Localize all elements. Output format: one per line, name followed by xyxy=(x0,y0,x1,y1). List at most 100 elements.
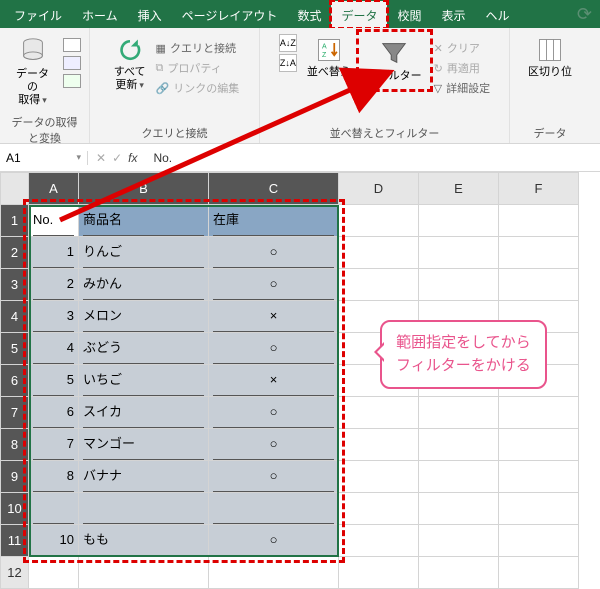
cell-C2[interactable]: ○ xyxy=(209,237,339,269)
cell-A3[interactable]: 2 xyxy=(29,269,79,301)
cell-B8[interactable]: マンゴー xyxy=(79,429,209,461)
cell-F7[interactable] xyxy=(499,397,579,429)
col-header-B[interactable]: B xyxy=(79,173,209,205)
cell-C5[interactable]: ○ xyxy=(209,333,339,365)
cell-A1[interactable]: No. xyxy=(29,205,79,237)
cell-C9[interactable]: ○ xyxy=(209,461,339,493)
row-header-5[interactable]: 5 xyxy=(1,333,29,365)
queries-connections[interactable]: ▦クエリと接続 xyxy=(156,40,240,56)
from-text-icon[interactable] xyxy=(63,38,81,52)
cell-E3[interactable] xyxy=(419,269,499,301)
cell-A6[interactable]: 5 xyxy=(29,365,79,397)
edit-links[interactable]: 🔗リンクの編集 xyxy=(156,80,240,96)
sort-button[interactable]: AZ 並べ替え xyxy=(303,34,355,81)
cell-E8[interactable] xyxy=(419,429,499,461)
row-header-12[interactable]: 12 xyxy=(1,557,29,589)
row-header-7[interactable]: 7 xyxy=(1,397,29,429)
cell-E12[interactable] xyxy=(419,557,499,589)
col-header-D[interactable]: D xyxy=(339,173,419,205)
cell-E9[interactable] xyxy=(419,461,499,493)
cell-F8[interactable] xyxy=(499,429,579,461)
row-header-1[interactable]: 1 xyxy=(1,205,29,237)
col-header-C[interactable]: C xyxy=(209,173,339,205)
cell-A11[interactable]: 10 xyxy=(29,525,79,557)
cell-A7[interactable]: 6 xyxy=(29,397,79,429)
cell-F2[interactable] xyxy=(499,237,579,269)
sort-desc-button[interactable]: Z↓A xyxy=(279,54,297,72)
formula-input[interactable]: No. xyxy=(145,151,600,165)
cell-B4[interactable]: メロン xyxy=(79,301,209,333)
row-header-9[interactable]: 9 xyxy=(1,461,29,493)
cell-F11[interactable] xyxy=(499,525,579,557)
cell-B10[interactable] xyxy=(79,493,209,525)
row-header-6[interactable]: 6 xyxy=(1,365,29,397)
properties[interactable]: ⧉プロパティ xyxy=(156,60,240,76)
cell-E7[interactable] xyxy=(419,397,499,429)
cell-C8[interactable]: ○ xyxy=(209,429,339,461)
cell-D3[interactable] xyxy=(339,269,419,301)
cell-B5[interactable]: ぶどう xyxy=(79,333,209,365)
cell-F9[interactable] xyxy=(499,461,579,493)
fx-icon[interactable]: fx xyxy=(128,151,137,165)
advanced[interactable]: ▽詳細設定 xyxy=(434,80,490,96)
row-header-8[interactable]: 8 xyxy=(1,429,29,461)
tab-view[interactable]: 表示 xyxy=(431,1,475,28)
cell-A12[interactable] xyxy=(29,557,79,589)
row-header-11[interactable]: 11 xyxy=(1,525,29,557)
tab-review[interactable]: 校閲 xyxy=(387,1,431,28)
cell-B12[interactable] xyxy=(79,557,209,589)
row-header-2[interactable]: 2 xyxy=(1,237,29,269)
col-header-E[interactable]: E xyxy=(419,173,499,205)
tab-data[interactable]: データ xyxy=(331,1,387,28)
cell-E2[interactable] xyxy=(419,237,499,269)
cell-B2[interactable]: りんご xyxy=(79,237,209,269)
name-box[interactable]: A1 xyxy=(0,151,88,165)
cell-D9[interactable] xyxy=(339,461,419,493)
tab-formula[interactable]: 数式 xyxy=(287,1,331,28)
clear-filter[interactable]: ✕クリア xyxy=(434,40,490,56)
tab-insert[interactable]: 挿入 xyxy=(128,1,172,28)
cancel-icon[interactable]: ✕ xyxy=(96,151,106,165)
cell-D8[interactable] xyxy=(339,429,419,461)
cell-A8[interactable]: 7 xyxy=(29,429,79,461)
cell-D12[interactable] xyxy=(339,557,419,589)
cell-C7[interactable]: ○ xyxy=(209,397,339,429)
refresh-all-button[interactable]: すべて 更新 xyxy=(110,34,150,94)
cell-A5[interactable]: 4 xyxy=(29,333,79,365)
reapply[interactable]: ↻再適用 xyxy=(434,60,490,76)
row-header-10[interactable]: 10 xyxy=(1,493,29,525)
select-all-corner[interactable] xyxy=(1,173,29,205)
row-header-4[interactable]: 4 xyxy=(1,301,29,333)
cell-A10[interactable] xyxy=(29,493,79,525)
cell-D2[interactable] xyxy=(339,237,419,269)
filter-button[interactable]: フィルター xyxy=(363,36,426,85)
sort-asc-button[interactable]: A↓Z xyxy=(279,34,297,52)
cell-E11[interactable] xyxy=(419,525,499,557)
cell-F3[interactable] xyxy=(499,269,579,301)
cell-B9[interactable]: バナナ xyxy=(79,461,209,493)
cell-E10[interactable] xyxy=(419,493,499,525)
tab-home[interactable]: ホーム xyxy=(72,1,128,28)
tab-layout[interactable]: ページレイアウト xyxy=(172,1,288,28)
cell-B11[interactable]: もも xyxy=(79,525,209,557)
cell-A2[interactable]: 1 xyxy=(29,237,79,269)
cell-B3[interactable]: みかん xyxy=(79,269,209,301)
cell-E1[interactable] xyxy=(419,205,499,237)
cell-C4[interactable]: × xyxy=(209,301,339,333)
col-header-A[interactable]: A xyxy=(29,173,79,205)
cell-C10[interactable] xyxy=(209,493,339,525)
cell-D1[interactable] xyxy=(339,205,419,237)
col-header-F[interactable]: F xyxy=(499,173,579,205)
cell-C3[interactable]: ○ xyxy=(209,269,339,301)
cell-A9[interactable]: 8 xyxy=(29,461,79,493)
tab-file[interactable]: ファイル xyxy=(4,1,72,28)
cell-D7[interactable] xyxy=(339,397,419,429)
cell-C11[interactable]: ○ xyxy=(209,525,339,557)
enter-icon[interactable]: ✓ xyxy=(112,151,122,165)
cell-D11[interactable] xyxy=(339,525,419,557)
cell-B7[interactable]: スイカ xyxy=(79,397,209,429)
from-table-icon[interactable] xyxy=(63,74,81,88)
cell-B1[interactable]: 商品名 xyxy=(79,205,209,237)
cell-C12[interactable] xyxy=(209,557,339,589)
cell-F12[interactable] xyxy=(499,557,579,589)
